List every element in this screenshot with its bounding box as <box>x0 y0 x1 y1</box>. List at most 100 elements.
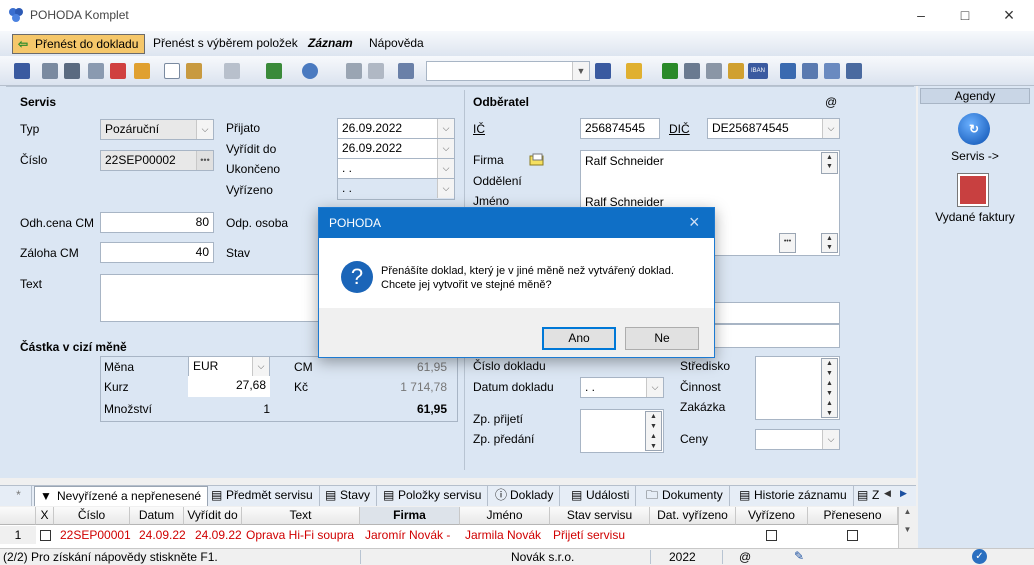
tab-historie[interactable]: ▤ Historie záznamu <box>734 486 854 506</box>
vyridit-date[interactable]: 26.09.2022 ⌵ <box>337 138 455 158</box>
stredisko-list[interactable]: ▲ ▼ ▲ ▼ ▲ ▼ <box>755 356 840 420</box>
chevron-down-icon: ⌵ <box>822 119 839 138</box>
invoice-agenda-icon[interactable] <box>958 174 988 206</box>
prijato-date[interactable]: 26.09.2022 ⌵ <box>337 118 455 138</box>
grid-scrollbar[interactable]: ▲ ▼ <box>898 507 916 548</box>
row-vyrizeno-checkbox[interactable] <box>766 530 777 541</box>
tab-polozky[interactable]: ▤ Položky servisu <box>378 486 489 506</box>
table-icon[interactable] <box>684 63 700 79</box>
save-all-icon[interactable] <box>368 63 384 79</box>
close-button[interactable]: × <box>986 0 1032 31</box>
agenda-item-faktury[interactable]: Vydané faktury <box>918 210 1032 224</box>
print-icon[interactable] <box>64 63 80 79</box>
email-at-icon[interactable]: @ <box>825 95 837 109</box>
row-checkbox[interactable] <box>40 530 51 541</box>
row-preneseno-checkbox[interactable] <box>847 530 858 541</box>
yes-button[interactable]: Ano <box>542 327 616 350</box>
menu-napoveda[interactable]: Nápověda <box>363 34 430 54</box>
settings-icon[interactable] <box>302 63 318 79</box>
minimize-button[interactable]: – <box>898 0 944 31</box>
typ-select[interactable]: Pozáruční ⌵ <box>100 119 214 140</box>
prijato-label: Přijato <box>226 121 261 135</box>
copy-record-icon[interactable] <box>42 63 58 79</box>
grid-header-cislo[interactable]: Číslo <box>54 507 130 525</box>
datum-dokladu-field[interactable]: . . ⌵ <box>580 377 664 398</box>
ic-field[interactable]: 256874545 <box>580 118 660 139</box>
grid-header-jmeno[interactable]: Jméno <box>460 507 550 525</box>
grid-header-stav[interactable]: Stav servisu <box>550 507 650 525</box>
grid-header-text[interactable]: Text <box>242 507 360 525</box>
iban-icon[interactable]: IBAN <box>748 63 768 79</box>
zp-list[interactable]: ▲ ▼ ▲ ▼ <box>580 409 664 453</box>
save-icon[interactable] <box>346 63 362 79</box>
tab-dokumenty[interactable]: 🗀 Dokumenty <box>642 486 730 506</box>
filter-icon[interactable] <box>595 63 611 79</box>
cislo-field[interactable]: 22SEP00002 ••• <box>100 150 214 171</box>
tab-star[interactable]: * <box>6 486 32 506</box>
kurz-field[interactable]: 27,68 <box>188 376 270 397</box>
money-icon[interactable] <box>662 63 678 79</box>
tab-udalosti[interactable]: ▤ Události <box>566 486 637 506</box>
exit-icon[interactable] <box>14 63 30 79</box>
ic-label[interactable]: IČ <box>473 122 485 136</box>
dic-label[interactable]: DIČ <box>669 122 690 136</box>
grid-icon[interactable] <box>224 63 240 79</box>
grid-header-preneseno[interactable]: Přeneseno <box>808 507 898 525</box>
zaloha-field[interactable]: 40 <box>100 242 214 263</box>
no-button[interactable]: Ne <box>625 327 699 350</box>
grid-header-dat-vyrizeno[interactable]: Dat. vyřízeno <box>650 507 736 525</box>
calculator-icon[interactable] <box>706 63 722 79</box>
grid-header-datum[interactable]: Datum <box>130 507 184 525</box>
dic-field[interactable]: DE256874545 ⌵ <box>707 118 840 139</box>
help-icon[interactable] <box>846 63 862 79</box>
ceny-label: Ceny <box>680 432 709 446</box>
monitor-icon[interactable] <box>780 63 796 79</box>
menu-zaznam[interactable]: Záznam <box>302 34 359 54</box>
back-arrow-icon[interactable] <box>266 63 282 79</box>
servis-agenda-icon[interactable]: ↻ <box>958 113 990 145</box>
agenda-item-servis[interactable]: Servis -> <box>918 149 1032 163</box>
mena-select[interactable]: EUR ⌵ <box>188 356 270 377</box>
tab-predmet[interactable]: ▤ Předmět servisu <box>206 486 320 506</box>
tab-stavy[interactable]: ▤ Stavy <box>320 486 378 506</box>
pen-icon[interactable]: ✎ <box>794 549 804 563</box>
odhcena-field[interactable]: 80 <box>100 212 214 233</box>
grid-header-vyrizeno[interactable]: Vyřízeno <box>736 507 808 525</box>
status-at[interactable]: @ <box>739 550 751 564</box>
maximize-button[interactable]: □ <box>942 0 988 31</box>
dialog-close-icon[interactable]: × <box>689 212 700 233</box>
quick-search-input[interactable]: ▼ <box>426 61 590 81</box>
tab-more[interactable]: ▤ Z <box>852 486 885 506</box>
zp-spin[interactable]: ▲ ▼ ▲ ▼ <box>645 411 662 451</box>
print-preview-icon[interactable] <box>88 63 104 79</box>
vyrizeno-date[interactable]: . . ⌵ <box>337 178 455 200</box>
new-record-icon[interactable] <box>164 63 180 79</box>
tab-nevyrizene[interactable]: ▼ Nevyřízené a nepřenesené <box>34 486 209 506</box>
broom-icon[interactable] <box>186 63 202 79</box>
export-icon[interactable] <box>134 63 150 79</box>
folder-icon[interactable] <box>626 63 642 79</box>
grid-header-x[interactable]: X <box>36 507 54 525</box>
address-scroll-top[interactable]: ▲ ▼ <box>821 152 838 174</box>
ceny-field[interactable]: ⌵ <box>755 429 840 450</box>
address-book-icon[interactable] <box>528 152 546 168</box>
check-circle-icon[interactable]: ✓ <box>972 549 987 564</box>
tab-scroll-right-icon[interactable]: ▶ <box>900 488 907 499</box>
table-row[interactable]: 1 22SEP00001 24.09.22 24.09.22 Oprava Hi… <box>0 526 898 545</box>
menu-prenest-s-vyberem[interactable]: Přenést s výběrem položek <box>147 34 304 54</box>
grid-header-vyridit[interactable]: Vyřídit do <box>184 507 242 525</box>
coins-icon[interactable] <box>728 63 744 79</box>
window-icon[interactable] <box>802 63 818 79</box>
ukonceno-date[interactable]: . . ⌵ <box>337 158 455 178</box>
copy-icon[interactable] <box>398 63 414 79</box>
menu-prenest-do-dokladu[interactable]: ⇦ Přenést do dokladu <box>12 34 146 54</box>
address-ellipsis-button[interactable]: ••• <box>779 233 796 253</box>
window2-icon[interactable] <box>824 63 840 79</box>
tab-doklady[interactable]: ⓘ Doklady <box>490 486 561 506</box>
grid-header-num[interactable] <box>0 507 36 525</box>
tab-scroll-left-icon[interactable]: ◀ <box>884 488 891 499</box>
address-scroll-bottom[interactable]: ▲ ▼ <box>821 233 838 253</box>
grid-header-firma[interactable]: Firma <box>360 507 460 525</box>
pdf-icon[interactable] <box>110 63 126 79</box>
stredisko-spin[interactable]: ▲ ▼ ▲ ▼ ▲ ▼ <box>821 358 838 418</box>
